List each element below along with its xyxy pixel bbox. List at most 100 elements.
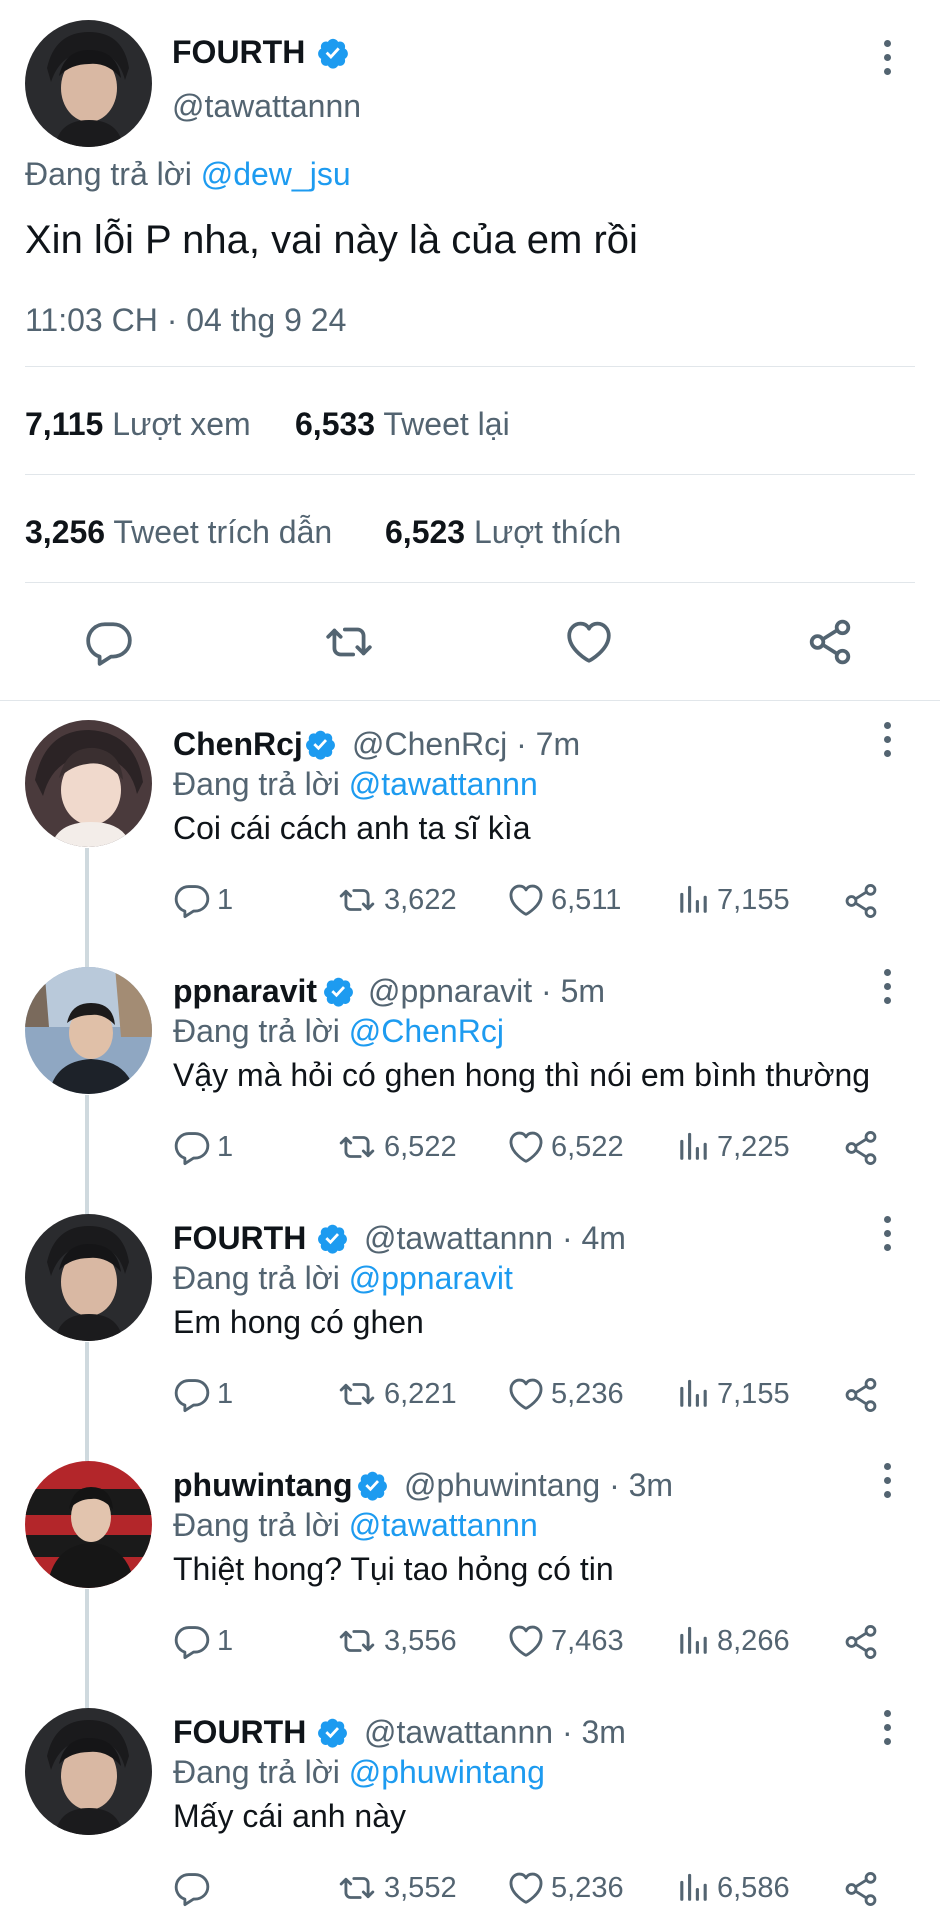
reply-action[interactable]: 1 — [173, 880, 233, 920]
replying-to: Đang trả lời @tawattannn — [173, 766, 538, 803]
likes-label: Lượt thích — [473, 514, 622, 550]
retweet-action[interactable]: 3,552 — [336, 1868, 457, 1908]
reply-action[interactable]: 1 — [173, 1621, 233, 1661]
replying-to-link[interactable]: @dew_jsu — [201, 156, 351, 192]
divider — [25, 582, 915, 583]
thread-line — [85, 1342, 89, 1451]
like-count: 5,236 — [551, 1377, 624, 1410]
share-icon[interactable] — [842, 1870, 880, 1908]
share-icon[interactable] — [842, 882, 880, 920]
like-count: 6,522 — [551, 1130, 624, 1163]
avatar[interactable] — [25, 1708, 152, 1835]
reply-action[interactable]: 1 — [173, 1127, 233, 1167]
replying-to-link[interactable]: @tawattannn — [349, 766, 538, 802]
views-icon — [675, 1377, 711, 1411]
reply-tweet[interactable]: ChenRcj @ChenRcj · 7m Đang trả lời @tawa… — [0, 710, 940, 957]
replying-to-link[interactable]: @ppnaravit — [349, 1260, 513, 1296]
more-options-icon[interactable] — [872, 1708, 902, 1752]
more-options-icon[interactable] — [872, 1214, 902, 1258]
reply-action[interactable] — [173, 1868, 217, 1908]
reply-tweet[interactable]: phuwintang @phuwintang · 3m Đang trả lời… — [0, 1451, 940, 1698]
tweet-timestamp[interactable]: 11:03 CH · 04 thg 9 24 — [25, 302, 346, 339]
like-action[interactable]: 6,511 — [507, 880, 621, 920]
display-name[interactable]: phuwintang — [173, 1467, 353, 1504]
views-action[interactable]: 7,225 — [675, 1127, 790, 1167]
share-icon[interactable] — [842, 1376, 880, 1414]
avatar[interactable] — [25, 720, 152, 847]
views-icon — [675, 1624, 711, 1658]
retweet-count: 3,552 — [384, 1871, 457, 1904]
likes-count: 6,523 — [385, 514, 466, 550]
reply-tweet[interactable]: FOURTH @tawattannn · 3m Đang trả lời @ph… — [0, 1698, 940, 1920]
retweet-icon — [336, 1869, 378, 1907]
username-handle[interactable]: @tawattannn · 4m — [364, 1220, 626, 1257]
avatar[interactable] — [25, 20, 152, 147]
retweet-action[interactable]: 6,522 — [336, 1127, 457, 1167]
reply-tweet[interactable]: ppnaravit @ppnaravit · 5m Đang trả lời @… — [0, 957, 940, 1204]
thread-line — [85, 1451, 89, 1461]
like-icon[interactable] — [564, 617, 614, 667]
retweet-count: 6,522 — [384, 1130, 457, 1163]
thread-line — [85, 1204, 89, 1214]
display-name[interactable]: ChenRcj — [173, 726, 303, 763]
replying-to: Đang trả lời @ppnaravit — [173, 1260, 513, 1297]
share-icon[interactable] — [805, 617, 855, 667]
replying-prefix: Đang trả lời — [25, 156, 192, 192]
retweets-stat[interactable]: 6,533 Tweet lại — [295, 406, 510, 443]
retweet-icon[interactable] — [322, 617, 376, 667]
reply-icon[interactable] — [84, 617, 134, 667]
username-handle[interactable]: @tawattannn — [172, 88, 361, 125]
views-stat[interactable]: 7,115 Lượt xem — [25, 406, 251, 443]
quotes-count: 3,256 — [25, 514, 106, 550]
retweet-action[interactable]: 3,556 — [336, 1621, 457, 1661]
like-action[interactable]: 5,236 — [507, 1374, 624, 1414]
thread-line — [85, 957, 89, 967]
more-options-icon[interactable] — [872, 967, 902, 1011]
quotes-stat[interactable]: 3,256 Tweet trích dẫn — [25, 514, 332, 551]
display-name[interactable]: FOURTH — [173, 1714, 306, 1751]
verified-badge-icon — [304, 728, 337, 761]
retweets-label: Tweet lại — [383, 406, 510, 442]
avatar[interactable] — [25, 1461, 152, 1588]
replying-to-link[interactable]: @phuwintang — [349, 1754, 545, 1790]
like-action[interactable]: 6,522 — [507, 1127, 624, 1167]
replying-to-link[interactable]: @ChenRcj — [349, 1013, 504, 1049]
views-action[interactable]: 6,586 — [675, 1868, 790, 1908]
more-options-icon[interactable] — [872, 720, 902, 764]
retweet-action[interactable]: 6,221 — [336, 1374, 457, 1414]
views-action[interactable]: 8,266 — [675, 1621, 790, 1661]
likes-stat[interactable]: 6,523 Lượt thích — [385, 514, 621, 551]
more-options-icon[interactable] — [872, 38, 902, 82]
verified-badge-icon — [322, 975, 355, 1008]
thread-line — [85, 848, 89, 957]
avatar[interactable] — [25, 1214, 152, 1341]
reply-count: 1 — [217, 1377, 234, 1410]
more-options-icon[interactable] — [872, 1461, 902, 1505]
retweet-icon — [336, 881, 378, 919]
username-handle[interactable]: @ppnaravit · 5m — [368, 973, 605, 1010]
reply-icon — [173, 1622, 211, 1660]
views-action[interactable]: 7,155 — [675, 1374, 790, 1414]
display-name[interactable]: FOURTH — [172, 34, 305, 71]
like-action[interactable]: 5,236 — [507, 1868, 624, 1908]
reply-action[interactable]: 1 — [173, 1374, 233, 1414]
divider — [25, 474, 915, 475]
reply-icon — [173, 881, 211, 919]
views-action[interactable]: 7,155 — [675, 880, 790, 920]
username-handle[interactable]: @tawattannn · 3m — [364, 1714, 626, 1751]
thread-line — [85, 1698, 89, 1708]
avatar[interactable] — [25, 967, 152, 1094]
display-name[interactable]: FOURTH — [173, 1220, 306, 1257]
retweet-action[interactable]: 3,622 — [336, 880, 457, 920]
share-icon[interactable] — [842, 1129, 880, 1167]
reply-icon — [173, 1869, 211, 1907]
replying-to-link[interactable]: @tawattannn — [349, 1507, 538, 1543]
username-handle[interactable]: @phuwintang · 3m — [404, 1467, 673, 1504]
reply-tweet[interactable]: FOURTH @tawattannn · 4m Đang trả lời @pp… — [0, 1204, 940, 1451]
tweet-text: Thiệt hong? Tụi tao hỏng có tin — [173, 1551, 614, 1587]
display-name[interactable]: ppnaravit — [173, 973, 317, 1010]
like-action[interactable]: 7,463 — [507, 1621, 624, 1661]
username-handle[interactable]: @ChenRcj · 7m — [352, 726, 580, 763]
views-icon — [675, 1130, 711, 1164]
share-icon[interactable] — [842, 1623, 880, 1661]
